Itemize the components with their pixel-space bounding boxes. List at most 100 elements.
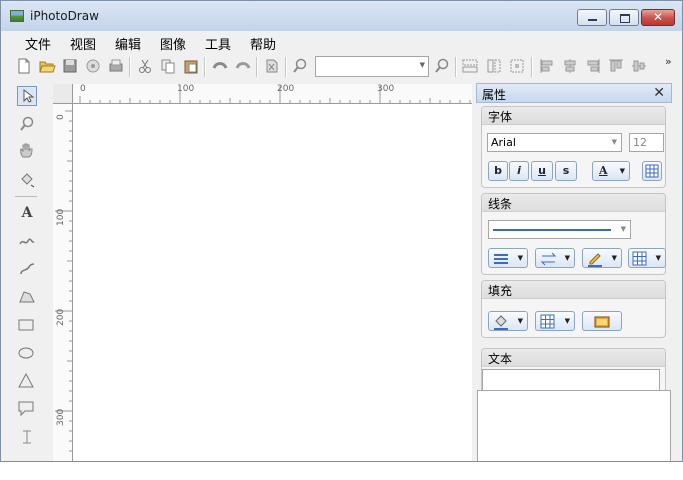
grid-icon [632,251,647,266]
italic-button[interactable]: i [509,161,529,181]
menu-help[interactable]: 帮助 [250,34,276,53]
underline-button[interactable]: u [531,161,553,181]
save-icon[interactable] [61,57,79,75]
arrow-style-icon [540,252,557,266]
toolbar-overflow-icon[interactable]: » [665,55,672,68]
menu-edit[interactable]: 编辑 [115,34,141,53]
freeform-tool-icon[interactable] [17,287,37,307]
grid-icon [645,164,659,178]
chevron-down-icon: ▼ [517,317,523,325]
hand-tool-icon[interactable] [17,141,37,161]
drawing-canvas[interactable] [73,104,472,461]
align-left-icon[interactable] [538,57,556,75]
ruler-label: 200 [56,308,66,326]
minimize-button[interactable] [577,9,607,26]
undo-icon[interactable] [211,57,229,75]
text-group-title: 文本 [488,352,513,366]
zoom-tool-icon[interactable] [17,114,37,134]
redo-icon[interactable] [234,57,252,75]
zoom-combo[interactable]: ▼ [315,56,429,77]
triangle-tool-icon[interactable] [17,371,37,391]
text-cursor-tool-icon[interactable] [17,427,37,447]
pointer-tool-icon[interactable] [17,86,37,106]
fill-image-button[interactable] [582,311,622,331]
line-arrow-button[interactable]: ▼ [535,248,575,268]
chevron-down-icon: ▼ [517,254,523,262]
paint-bucket-icon [494,315,508,330]
cut-icon[interactable] [136,57,154,75]
ellipse-tool-icon[interactable] [17,343,37,363]
font-name-combo[interactable]: Arial ▼ [487,133,622,152]
ungroup-icon[interactable] [485,57,503,75]
connector-tool-icon[interactable] [17,259,37,279]
new-icon[interactable] [15,57,33,75]
menu-view[interactable]: 视图 [70,34,96,53]
text-tool-icon[interactable]: A [17,203,37,223]
font-color-button[interactable]: A ▼ [592,161,630,181]
chevron-down-icon: ▼ [611,138,617,146]
print-icon[interactable] [107,57,125,75]
horizontal-ruler: 0 100 200 300 [73,84,472,104]
text-table-button[interactable] [642,161,662,181]
fill-pattern-button[interactable]: ▼ [535,311,575,331]
zoom-icon[interactable] [291,57,309,75]
line-grid-button[interactable]: ▼ [628,248,666,268]
paste-icon[interactable] [182,57,200,75]
text-group-header[interactable]: 文本 [482,349,665,367]
font-group-header[interactable]: 字体 [482,107,665,125]
menu-image[interactable]: 图像 [160,34,186,53]
group-icon[interactable] [461,57,479,75]
chevron-down-icon: ▼ [419,61,425,69]
close-button[interactable]: ✕ [641,9,675,26]
align-middle-icon[interactable] [630,57,648,75]
bold-button[interactable]: b [488,161,508,181]
align-right-icon[interactable] [584,57,602,75]
align-top-icon[interactable] [607,57,625,75]
properties-panel: 属性 ✕ 字体 Arial ▼ 12 b i u s A ▼ 线条 ▼ ▼ ▼ … [476,83,672,461]
canvas-area: 0 100 200 300 0 100 200 300 [53,84,472,461]
curve-tool-icon[interactable] [17,231,37,251]
font-size-combo[interactable]: 12 [629,133,664,152]
align-center-icon[interactable] [561,57,579,75]
font-group: 字体 Arial ▼ 12 b i u s A ▼ [481,106,666,188]
line-weight-icon [494,254,508,264]
maximize-button[interactable] [609,9,639,26]
title-bar[interactable]: iPhotoDraw ✕ [1,1,682,31]
toolbar-separator [455,57,457,77]
ruler-label: 200 [277,84,295,94]
zoom-in-icon[interactable] [433,57,451,75]
chevron-down-icon: ▼ [619,167,625,175]
close-icon[interactable]: ✕ [653,85,665,101]
callout-tool-icon[interactable] [17,399,37,419]
clear-icon[interactable] [263,57,281,75]
toolbar-separator [256,57,258,77]
app-icon [10,10,24,22]
open-icon[interactable] [38,57,56,75]
ruler-corner [53,84,73,104]
toolbar-separator [204,57,206,77]
menu-tools[interactable]: 工具 [205,34,231,53]
fill-color-button[interactable]: ▼ [488,311,528,331]
chevron-down-icon: ▼ [564,317,570,325]
window-title: iPhotoDraw [30,9,99,23]
line-group-header[interactable]: 线条 [482,194,665,212]
ruler-label: 100 [177,84,195,94]
toolbar-separator [285,57,287,77]
properties-header: 属性 ✕ [476,83,672,103]
line-sample-icon [493,229,611,231]
text-input[interactable] [477,390,671,461]
copy-icon[interactable] [159,57,177,75]
line-color-button[interactable]: ▼ [582,248,622,268]
toolbar: ▼ » [1,53,682,81]
app-window: iPhotoDraw ✕ 文件 视图 编辑 图像 工具 帮助 ▼ » A 0 1… [0,0,683,462]
strikethrough-button[interactable]: s [555,161,577,181]
menu-file[interactable]: 文件 [25,34,51,53]
fill-group-header[interactable]: 填充 [482,281,665,299]
line-weight-button[interactable]: ▼ [488,248,528,268]
undo-history-icon[interactable] [84,57,102,75]
line-group: 线条 ▼ ▼ ▼ ▼ ▼ [481,193,666,275]
line-style-combo[interactable]: ▼ [488,220,631,239]
select-all-icon[interactable] [508,57,526,75]
fill-bucket-tool-icon[interactable] [17,169,37,189]
rectangle-tool-icon[interactable] [17,315,37,335]
